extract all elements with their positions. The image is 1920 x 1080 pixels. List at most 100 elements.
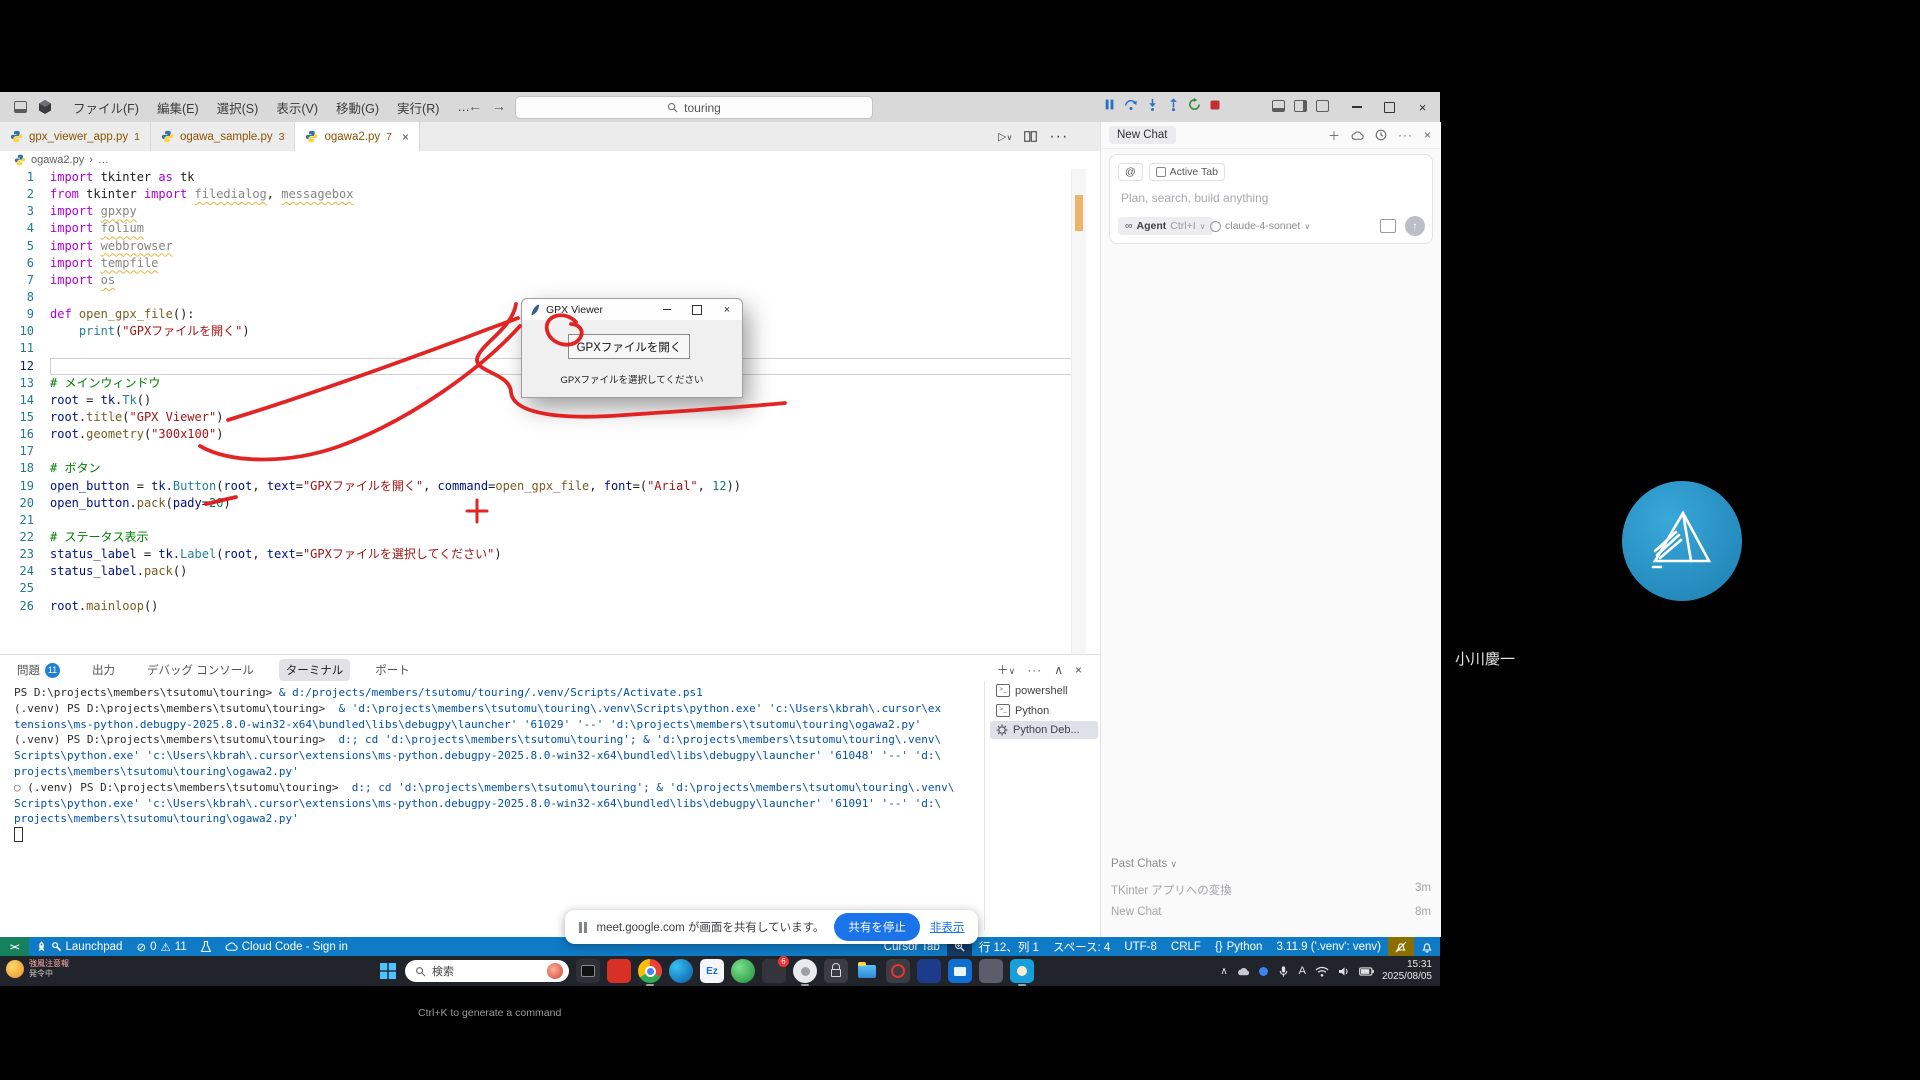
hidden-icons-chevron[interactable]: ∧ [1220,966,1227,977]
debug-pause-icon[interactable] [1103,98,1116,111]
toggle-panel-icon[interactable] [1272,100,1285,112]
taskbar-app-gray[interactable] [979,959,1003,983]
stop-sharing-button[interactable]: 共有を停止 [834,913,920,941]
taskbar-app-navy[interactable] [917,959,941,983]
agent-mode-selector[interactable]: ∞ Agent Ctrl+I ∨ [1118,217,1213,235]
tab-close-icon[interactable]: × [402,130,409,144]
debug-step-over-icon[interactable] [1124,98,1138,111]
taskbar-app-lock[interactable] [824,959,848,983]
ime-indicator[interactable]: A [1299,965,1306,977]
menu-selection[interactable]: 選択(S) [209,95,267,120]
taskbar-app-acrobat[interactable] [886,959,910,983]
cursor-position[interactable]: 行 12、列 1 [972,937,1046,956]
code-line[interactable]: 15root.title("GPX Viewer") [0,409,1086,426]
eol-sequence[interactable]: CRLF [1164,937,1208,956]
close-chat-icon[interactable]: × [1424,128,1431,142]
terminal-item-powershell[interactable]: >_ powershell [990,681,1098,700]
menu-run[interactable]: 実行(R) [389,95,447,120]
wifi-icon[interactable] [1315,966,1329,977]
code-editor[interactable]: 1import tkinter as tk2from tkinter impor… [0,169,1086,654]
onedrive-icon[interactable] [1237,967,1250,976]
more-actions-icon[interactable]: ··· [1049,128,1068,146]
command-center-search[interactable]: touring [515,96,873,119]
panel-tab-terminal[interactable]: ターミナル [279,659,351,681]
tab-ogawa2[interactable]: ogawa2.py 7 × [295,122,419,151]
battery-icon[interactable] [1359,967,1374,976]
menu-edit[interactable]: 編集(E) [149,95,207,120]
code-line[interactable]: 2from tkinter import filedialog, message… [0,186,1086,203]
pause-share-icon[interactable] [579,922,587,933]
toggle-secondary-sidebar-icon[interactable] [1294,100,1307,112]
open-gpx-button[interactable]: GPXファイルを開く [568,334,690,359]
past-chat-item[interactable]: TKinter アプリへの変換 3m [1111,878,1431,902]
tab-ogawa-sample[interactable]: ogawa_sample.py 3 [151,122,296,151]
terminal-output[interactable]: PS D:\projects\members\tsutomu\touring> … [14,685,972,900]
panel-tab-output[interactable]: 出力 [85,659,122,681]
taskbar-app-paint[interactable] [1010,959,1034,983]
code-line[interactable]: 24status_label.pack() [0,563,1086,580]
nav-back-icon[interactable]: ← [466,98,484,114]
notifications-item[interactable] [1414,937,1440,956]
code-line[interactable]: 17 [0,443,1086,460]
code-line[interactable]: 1import tkinter as tk [0,169,1086,186]
minimize-icon[interactable] [652,299,682,320]
code-line[interactable]: 3import gpxpy [0,203,1086,220]
code-line[interactable]: 25 [0,580,1086,597]
close-button[interactable]: × [1406,92,1439,122]
nav-forward-icon[interactable]: → [490,98,508,114]
past-chats-header[interactable]: Past Chats ∨ [1111,858,1431,870]
maximize-panel-icon[interactable]: ∧ [1054,663,1063,677]
debug-step-into-icon[interactable] [1146,98,1159,111]
tab-gpx-viewer-app[interactable]: gpx_viewer_app.py 1 [0,122,151,151]
mic-icon[interactable] [1277,965,1290,978]
hide-bar-link[interactable]: 非表示 [930,919,965,935]
do-not-disturb-item[interactable] [1388,937,1414,956]
model-selector[interactable]: claude-4-sonnet ∨ [1210,220,1310,232]
menu-file[interactable]: ファイル(F) [65,95,147,120]
taskbar-app-edge[interactable] [669,959,693,983]
history-icon[interactable] [1375,129,1387,141]
code-line[interactable]: 26root.mainloop() [0,598,1086,615]
taskbar-app-photos[interactable] [948,959,972,983]
gpx-viewer-titlebar[interactable]: GPX Viewer × [522,299,742,320]
active-tab-chip[interactable]: Active Tab [1149,163,1225,181]
remote-indicator[interactable]: >< [0,937,29,956]
taskbar-app-green[interactable] [731,959,755,983]
code-line[interactable]: 22# ステータス表示 [0,529,1086,546]
taskbar-weather-widget[interactable]: 強風注意報 発令中 [6,959,69,979]
maximize-icon[interactable] [682,299,712,320]
taskbar-app-chrome[interactable] [638,959,662,983]
code-line[interactable]: 18# ボタン [0,460,1086,477]
editor-scrollbar[interactable] [1071,169,1086,654]
menu-view[interactable]: 表示(V) [268,95,326,120]
mention-chip[interactable]: @ [1118,163,1143,181]
breadcrumb[interactable]: ogawa2.py › … [0,151,1114,169]
close-icon[interactable]: × [712,299,742,320]
maximize-button[interactable] [1373,92,1406,122]
cloud-code-item[interactable]: Cloud Code - Sign in [218,937,355,956]
past-chat-item[interactable]: New Chat 8m [1111,902,1431,922]
run-python-file-icon[interactable]: ▷∨ [998,130,1012,143]
taskbar-clock[interactable]: 15:31 2025/08/05 [1382,959,1432,983]
debug-step-out-icon[interactable] [1167,98,1180,111]
code-line[interactable]: 16root.geometry("300x100") [0,426,1086,443]
menu-go[interactable]: 移動(G) [328,95,387,120]
more-icon[interactable]: ··· [1398,128,1413,142]
chat-input[interactable]: @ Active Tab Plan, search, build anythin… [1109,154,1433,244]
panel-tab-debug-console[interactable]: デバッグ コンソール [140,659,261,681]
tray-blue-icon[interactable] [1259,967,1268,976]
taskbar-app-explorer[interactable] [855,959,879,983]
new-terminal-icon[interactable]: ＋∨ [997,661,1016,678]
more-icon[interactable]: ··· [1027,663,1042,677]
panel-tab-problems[interactable]: 問題 11 [10,659,67,681]
close-panel-icon[interactable]: × [1075,663,1082,677]
send-button[interactable]: ↑ [1405,216,1425,236]
launchpad-item[interactable]: Launchpad [29,937,130,956]
taskbar-app-ez[interactable]: Ez [700,959,724,983]
chat-tab-title[interactable]: New Chat [1109,126,1176,144]
speaker-icon[interactable] [1338,966,1350,977]
code-line[interactable]: 23status_label = tk.Label(root, text="GP… [0,546,1086,563]
code-line[interactable]: 19open_button = tk.Button(root, text="GP… [0,478,1086,495]
code-line[interactable]: 6import tempfile [0,255,1086,272]
code-line[interactable]: 5import webbrowser [0,238,1086,255]
